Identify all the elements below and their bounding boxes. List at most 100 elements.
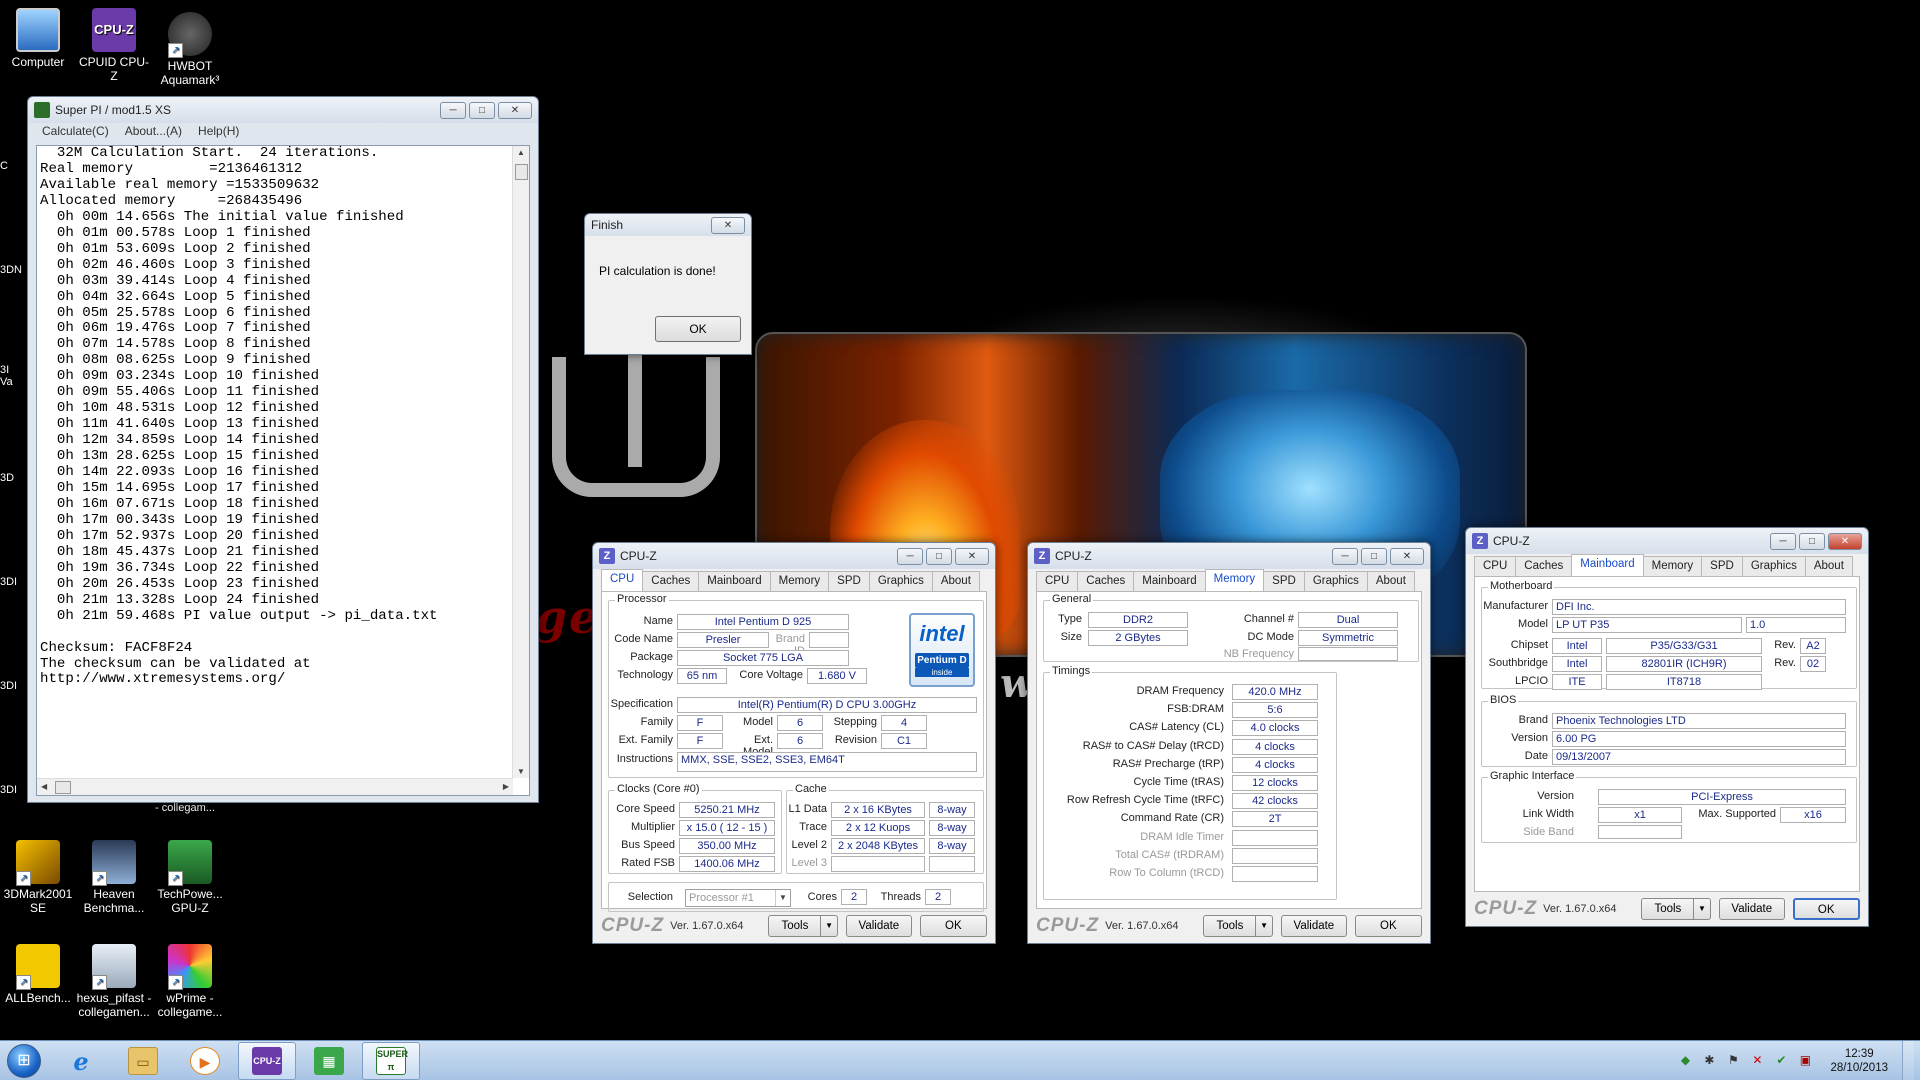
finish-titlebar[interactable]: Finish ✕ — [585, 214, 751, 236]
tab-caches[interactable]: Caches — [642, 571, 700, 591]
tab-about[interactable]: About — [931, 571, 980, 591]
scroll-thumb[interactable] — [515, 164, 528, 180]
tab-caches[interactable]: Caches — [1515, 556, 1573, 576]
tab-mainboard[interactable]: Mainboard — [698, 571, 771, 591]
maximize-button[interactable]: □ — [926, 547, 952, 565]
timing-value — [1232, 866, 1318, 882]
taskbar-item-cpuz[interactable]: CPU-Z — [238, 1041, 296, 1080]
clock[interactable]: 12:39 28/10/2013 — [1830, 1047, 1888, 1075]
taskbar-item-explorer[interactable]: ▭ — [114, 1042, 172, 1080]
desktop-icon-hwbot-aquamark[interactable]: HWBOT Aquamark³ — [152, 12, 228, 87]
tab-memory[interactable]: Memory — [1204, 569, 1265, 591]
tab-mainboard[interactable]: Mainboard — [1133, 571, 1206, 591]
ok-button[interactable]: OK — [1354, 915, 1423, 937]
tab-mainboard[interactable]: Mainboard — [1571, 554, 1644, 576]
ok-button[interactable]: OK — [919, 915, 988, 937]
horizontal-scrollbar[interactable]: ◀ ▶ — [37, 778, 513, 795]
ext-model-value: 6 — [777, 733, 823, 749]
minimize-button[interactable]: ─ — [440, 101, 466, 119]
processor-select[interactable]: Processor #1 — [685, 889, 791, 907]
desktop-icon-3dmark2001[interactable]: 3DMark2001 SE — [0, 840, 76, 915]
tab-about[interactable]: About — [1366, 571, 1415, 591]
minimize-button[interactable]: ─ — [897, 547, 923, 565]
superpi-titlebar[interactable]: Super PI / mod1.5 XS ─ □ ✕ — [28, 97, 538, 123]
tools-button[interactable]: Tools — [1202, 915, 1274, 937]
desktop-icon-cpuz[interactable]: CPU-Z CPUID CPU-Z — [76, 8, 152, 83]
flag-icon[interactable]: ⚑ — [1724, 1053, 1742, 1069]
close-button[interactable]: ✕ — [498, 101, 532, 119]
desktop-icon-wprime[interactable]: wPrime - collegame... — [152, 944, 228, 1019]
tab-cpu[interactable]: CPU — [1474, 556, 1517, 576]
scroll-down-icon[interactable]: ▼ — [517, 767, 525, 776]
desktop-icon-computer[interactable]: Computer — [0, 8, 76, 69]
tab-cpu[interactable]: CPU — [1036, 571, 1079, 591]
scroll-right-icon[interactable]: ▶ — [503, 782, 509, 791]
monitor-icon[interactable]: ▣ — [1796, 1053, 1814, 1069]
maximize-button[interactable]: □ — [1799, 532, 1825, 550]
output-area[interactable]: 32M Calculation Start. 24 iterations. Re… — [36, 145, 530, 796]
tab-spd[interactable]: SPD — [1263, 571, 1305, 591]
tab-graphics[interactable]: Graphics — [868, 571, 933, 591]
vertical-scrollbar[interactable]: ▲ ▼ — [512, 146, 529, 778]
desktop-icon-allbench[interactable]: ALLBench... — [0, 944, 76, 1005]
cpuz-titlebar[interactable]: Z CPU-Z ─ □ ✕ — [593, 543, 995, 569]
tab-bar: CPU Caches Mainboard Memory SPD Graphics… — [1036, 569, 1422, 591]
scroll-up-icon[interactable]: ▲ — [517, 148, 525, 157]
taskbar-item-ie[interactable]: e — [52, 1042, 110, 1080]
minimize-button[interactable]: ─ — [1770, 532, 1796, 550]
tab-graphics[interactable]: Graphics — [1741, 556, 1806, 576]
tab-memory[interactable]: Memory — [1642, 556, 1703, 576]
label: Code Name — [614, 633, 673, 645]
network-icon[interactable]: ◆ — [1676, 1053, 1694, 1069]
close-button[interactable]: ✕ — [1828, 532, 1862, 550]
ext-family-value: F — [677, 733, 723, 749]
minimize-button[interactable]: ─ — [1332, 547, 1358, 565]
general-group: General Type DDR2 Channel # Dual Size 2 … — [1043, 593, 1419, 662]
menu-about[interactable]: About...(A) — [125, 124, 182, 140]
menu-help[interactable]: Help(H) — [198, 124, 239, 140]
tab-about[interactable]: About — [1804, 556, 1853, 576]
taskbar: ⊞ e ▭ ▶ CPU-Z ▦ SUPER π ◆ ✱ ⚑ ✕ ✔ ▣ 12:3… — [0, 1040, 1920, 1080]
maximize-button[interactable]: □ — [469, 101, 495, 119]
close-button[interactable]: ✕ — [711, 216, 745, 234]
desktop-icon-pifast[interactable]: hexus_pifast - collegamen... — [76, 944, 152, 1019]
tools-tray-icon[interactable]: ✱ — [1700, 1053, 1718, 1069]
desktop-icon-gpuz[interactable]: TechPowe... GPU-Z — [152, 840, 228, 915]
tab-spd[interactable]: SPD — [828, 571, 870, 591]
wprime-icon — [168, 944, 212, 990]
desktop-icon-heaven[interactable]: Heaven Benchma... — [76, 840, 152, 915]
ok-button[interactable]: OK — [655, 316, 741, 342]
tab-caches[interactable]: Caches — [1077, 571, 1135, 591]
superpi-taskbar-icon: SUPER π — [376, 1046, 408, 1075]
menu-calculate[interactable]: Calculate(C) — [42, 124, 109, 140]
security-icon[interactable]: ✔ — [1772, 1053, 1790, 1069]
volume-muted-icon[interactable]: ✕ — [1748, 1053, 1766, 1069]
chipset-value: P35/G33/G31 — [1606, 638, 1762, 654]
tab-memory[interactable]: Memory — [769, 571, 830, 591]
label: Ext. Family — [618, 734, 673, 746]
cpuz-titlebar[interactable]: Z CPU-Z ─ □ ✕ — [1028, 543, 1430, 569]
start-button[interactable]: ⊞ — [0, 1041, 48, 1080]
cpuz-titlebar[interactable]: Z CPU-Z ─ □ ✕ — [1466, 528, 1868, 554]
tools-button[interactable]: Tools — [1640, 898, 1712, 920]
taskbar-item-superpi[interactable]: SUPER π — [362, 1041, 420, 1080]
label: Name — [643, 615, 673, 627]
taskbar-item-gpuz[interactable]: ▦ — [300, 1042, 358, 1080]
maximize-button[interactable]: □ — [1361, 547, 1387, 565]
validate-button[interactable]: Validate — [1719, 898, 1785, 920]
tab-cpu[interactable]: CPU — [601, 569, 644, 591]
show-desktop-button[interactable] — [1902, 1041, 1914, 1080]
tools-button[interactable]: Tools — [767, 915, 839, 937]
tab-graphics[interactable]: Graphics — [1303, 571, 1368, 591]
taskbar-item-media-player[interactable]: ▶ — [176, 1042, 234, 1080]
scroll-thumb[interactable] — [55, 781, 71, 794]
close-button[interactable]: ✕ — [955, 547, 989, 565]
tab-spd[interactable]: SPD — [1701, 556, 1743, 576]
pifast-icon — [92, 944, 136, 990]
cache-group: Cache L1 Data 2 x 16 KBytes 8-way Trace … — [786, 783, 984, 874]
validate-button[interactable]: Validate — [846, 915, 912, 937]
validate-button[interactable]: Validate — [1281, 915, 1347, 937]
scroll-left-icon[interactable]: ◀ — [41, 782, 47, 791]
ok-button[interactable]: OK — [1792, 898, 1860, 920]
close-button[interactable]: ✕ — [1390, 547, 1424, 565]
